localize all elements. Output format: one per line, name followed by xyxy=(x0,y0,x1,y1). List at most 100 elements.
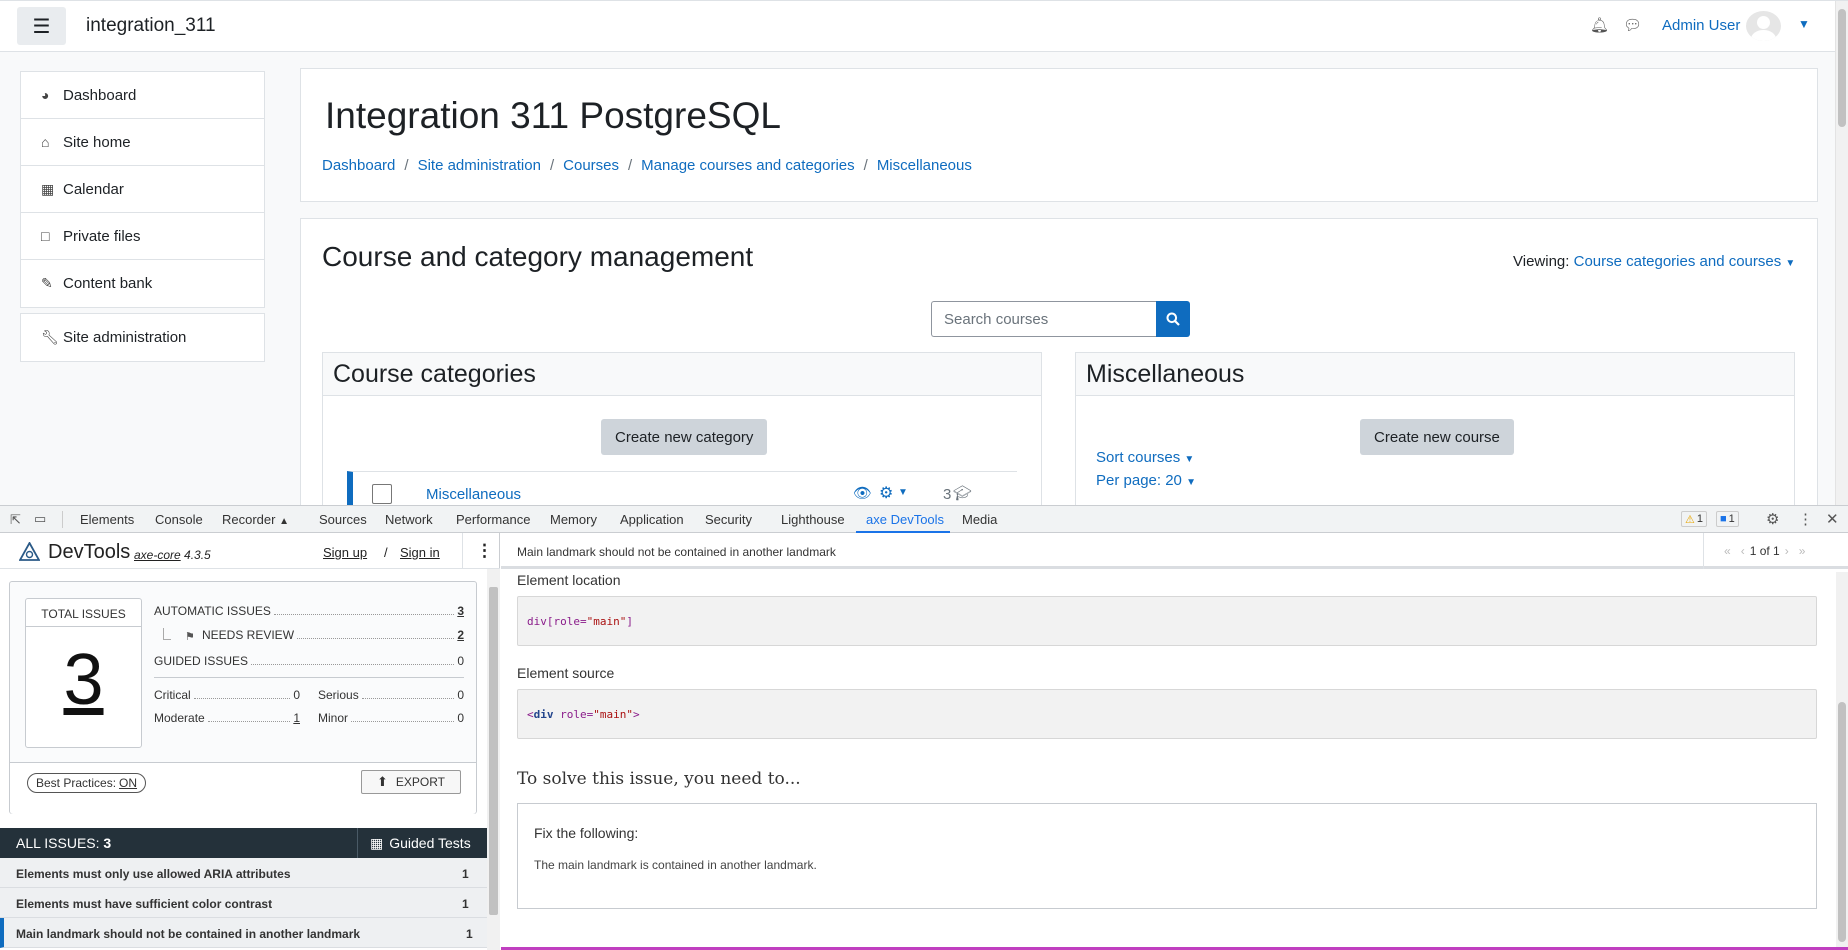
more-options-icon[interactable]: ⋮ xyxy=(1798,510,1813,528)
per-page-label: Per page: 20 xyxy=(1096,472,1182,489)
category-checkbox[interactable] xyxy=(372,484,392,504)
more-options-icon[interactable]: ⋮ xyxy=(476,541,493,561)
sidebar-item-site-home[interactable]: ⌂ Site home xyxy=(21,119,264,166)
sidebar-item-label: Calendar xyxy=(63,180,124,198)
detail-scrollbar[interactable] xyxy=(1836,572,1848,950)
minor-label: Minor xyxy=(318,711,349,725)
previous-page-icon[interactable]: ‹ xyxy=(1741,544,1745,558)
tab-media[interactable]: Media xyxy=(962,512,997,527)
bell-icon[interactable]: 🔔︎ xyxy=(1590,16,1609,34)
devtools-panel: ⇱ ▭ Elements Console Recorder ▲ Sources … xyxy=(0,505,1848,950)
inspect-element-icon[interactable]: ⇱ xyxy=(10,512,21,528)
issue-detail-pane: Main landmark should not be contained in… xyxy=(501,533,1848,950)
sidebar-item-private-files[interactable]: □ Private files xyxy=(21,213,264,260)
issue-row[interactable]: Elements must have sufficient color cont… xyxy=(0,888,487,918)
axe-header: DevTools axe-core 4.3.5 Sign up / Sign i… xyxy=(0,533,500,569)
best-practices-toggle[interactable]: Best Practices: ON xyxy=(27,773,147,793)
tab-console[interactable]: Console xyxy=(155,512,203,527)
page-title: Integration 311 PostgreSQL xyxy=(325,95,781,136)
code-punct: = xyxy=(580,614,587,628)
sidebar-scrollbar[interactable] xyxy=(487,569,500,950)
sidebar-item-dashboard[interactable]: ◕ Dashboard xyxy=(21,72,264,119)
page-scrollbar[interactable] xyxy=(1835,1,1848,505)
element-source-code[interactable]: < div role = "main" > xyxy=(517,689,1817,739)
menu-toggle-button[interactable]: ☰ xyxy=(17,7,66,45)
axe-core-number: 4.3.5 xyxy=(184,548,211,562)
sidebar-item-content-bank[interactable]: ✎ Content bank xyxy=(21,260,264,307)
create-course-button[interactable]: Create new course xyxy=(1360,419,1514,455)
automatic-issues-count[interactable]: 3 xyxy=(457,604,464,618)
export-button[interactable]: ⬆ EXPORT xyxy=(361,770,461,794)
sidebar-item-site-administration[interactable]: 🔧︎ Site administration xyxy=(21,314,264,361)
sort-courses-dropdown[interactable]: Sort courses ▼ xyxy=(1096,449,1194,466)
tab-application[interactable]: Application xyxy=(620,512,684,527)
messages-count: 1 xyxy=(1728,513,1735,525)
gear-icon[interactable]: ⚙ xyxy=(879,483,893,503)
moderate-count[interactable]: 1 xyxy=(293,711,300,725)
warnings-badge[interactable]: ⚠ 1 xyxy=(1681,511,1707,527)
wrench-icon: 🔧︎ xyxy=(41,329,59,345)
device-toolbar-icon[interactable]: ▭ xyxy=(34,511,46,527)
user-menu-name[interactable]: Admin User xyxy=(1662,17,1740,34)
messages-badge[interactable]: ■ 1 xyxy=(1716,511,1739,527)
breadcrumb-dashboard[interactable]: Dashboard xyxy=(322,157,395,174)
sidebar-item-label: Site administration xyxy=(63,329,187,346)
sign-up-link[interactable]: Sign up xyxy=(323,545,367,560)
tab-elements[interactable]: Elements xyxy=(80,512,134,527)
code-punct: ] xyxy=(626,614,633,628)
total-issues-box[interactable]: TOTAL ISSUES 3 xyxy=(25,598,142,748)
tab-axe-devtools[interactable]: axe DevTools xyxy=(866,512,944,527)
element-location-code[interactable]: div[role = "main"] xyxy=(517,596,1817,646)
chevron-down-icon[interactable]: ▼ xyxy=(1798,17,1810,31)
site-name[interactable]: integration_311 xyxy=(86,15,216,37)
tab-network[interactable]: Network xyxy=(385,512,433,527)
avatar[interactable] xyxy=(1746,11,1781,41)
gear-icon[interactable]: ⚙ xyxy=(1766,510,1779,528)
code-tag: div xyxy=(527,614,547,628)
first-page-icon[interactable]: « xyxy=(1724,544,1731,558)
automatic-issues-label: AUTOMATIC ISSUES xyxy=(154,604,271,618)
tab-sources[interactable]: Sources xyxy=(319,512,367,527)
axe-logo-icon xyxy=(19,542,40,561)
tab-recorder[interactable]: Recorder ▲ xyxy=(222,512,289,527)
create-category-button[interactable]: Create new category xyxy=(601,419,768,455)
nav-group-admin: 🔧︎ Site administration xyxy=(20,313,265,362)
last-page-icon[interactable]: » xyxy=(1799,544,1806,558)
issue-row[interactable]: Elements must only use allowed ARIA attr… xyxy=(0,858,487,888)
sidebar-item-calendar[interactable]: ▦ Calendar xyxy=(21,166,264,213)
divider xyxy=(154,677,464,678)
breadcrumb-miscellaneous[interactable]: Miscellaneous xyxy=(877,157,972,174)
category-link[interactable]: Miscellaneous xyxy=(426,486,521,503)
tab-security[interactable]: Security xyxy=(705,512,752,527)
breadcrumb-manage-courses[interactable]: Manage courses and categories xyxy=(641,157,854,174)
critical-row: Critical 0 xyxy=(154,686,300,702)
close-icon[interactable]: ✕ xyxy=(1826,510,1839,528)
next-page-icon[interactable]: › xyxy=(1785,544,1789,558)
breadcrumb-courses[interactable]: Courses xyxy=(563,157,619,174)
tab-performance[interactable]: Performance xyxy=(456,512,530,527)
per-page-dropdown[interactable]: Per page: 20 ▼ xyxy=(1096,472,1196,489)
issue-row-selected[interactable]: Main landmark should not be contained in… xyxy=(0,918,487,948)
all-issues-header: ALL ISSUES: 3 ▦ Guided Tests xyxy=(0,828,487,858)
miscellaneous-panel: Miscellaneous Create new course Sort cou… xyxy=(1075,352,1795,505)
guided-tests-button[interactable]: ▦ Guided Tests xyxy=(357,828,487,858)
needs-review-count[interactable]: 2 xyxy=(457,628,464,642)
moodle-page: ☰ integration_311 🔔︎ 💬︎ Admin User ▼ ◕ D… xyxy=(0,0,1848,505)
tab-lighthouse[interactable]: Lighthouse xyxy=(781,512,845,527)
tab-memory[interactable]: Memory xyxy=(550,512,597,527)
search-input[interactable] xyxy=(931,301,1156,337)
issue-title: Main landmark should not be contained in… xyxy=(16,927,361,941)
breadcrumb-site-administration[interactable]: Site administration xyxy=(418,157,541,174)
total-issues-count[interactable]: 3 xyxy=(26,639,141,721)
search-button[interactable] xyxy=(1156,301,1190,337)
viewing-dropdown[interactable]: Course categories and courses ▼ xyxy=(1574,253,1796,270)
eye-icon[interactable]: 👁︎ xyxy=(853,484,872,502)
sign-in-link[interactable]: Sign in xyxy=(400,545,440,560)
all-issues-text: ALL ISSUES: xyxy=(16,835,100,851)
panel-heading: Miscellaneous xyxy=(1076,353,1794,396)
chat-icon[interactable]: 💬︎ xyxy=(1623,16,1642,34)
issue-count: 1 xyxy=(462,897,469,911)
axe-core-version: axe-core 4.3.5 xyxy=(134,548,211,562)
chevron-down-icon[interactable]: ▼ xyxy=(898,487,908,498)
upload-icon: ⬆ xyxy=(376,774,388,789)
